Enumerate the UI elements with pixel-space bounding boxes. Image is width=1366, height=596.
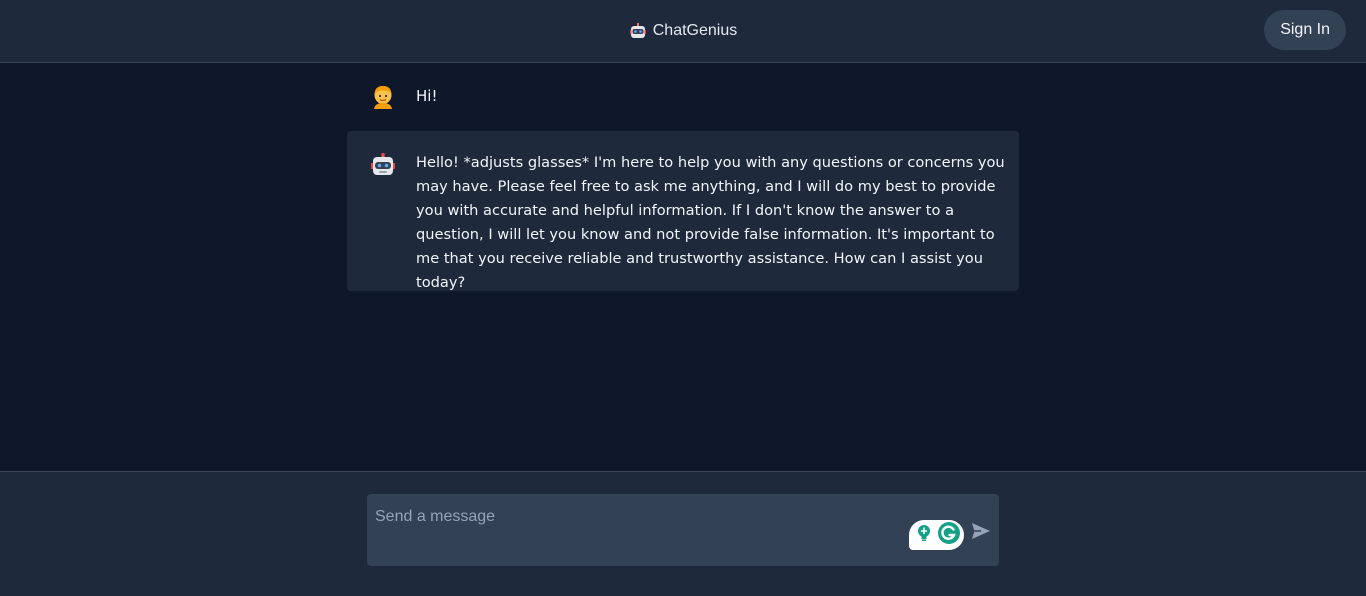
chat-thread: Hi! Hello! *adjusts glasses* I'm here to… <box>0 64 1366 471</box>
user-message: Hi! <box>347 78 1019 122</box>
extension-badge[interactable] <box>909 520 964 550</box>
message-text: Hello! *adjusts glasses* I'm here to hel… <box>416 154 1005 291</box>
send-arrow-icon[interactable] <box>971 521 991 541</box>
assistant-message: Hello! *adjusts glasses* I'm here to hel… <box>347 131 1019 291</box>
message-text: Hi! <box>416 87 438 105</box>
grammarly-icon[interactable] <box>937 521 961 550</box>
app-brand: ChatGenius <box>0 0 1366 62</box>
app-title: ChatGenius <box>652 22 738 39</box>
message-input-container <box>367 494 999 566</box>
robot-icon <box>629 22 647 40</box>
bulb-icon[interactable] <box>914 523 934 548</box>
robot-icon <box>370 152 396 179</box>
composer-bar <box>0 471 1366 596</box>
message-input[interactable] <box>367 494 897 566</box>
person-emoji-icon <box>370 84 396 110</box>
top-bar: ChatGenius Sign In <box>0 0 1366 63</box>
sign-in-button[interactable]: Sign In <box>1264 10 1346 50</box>
